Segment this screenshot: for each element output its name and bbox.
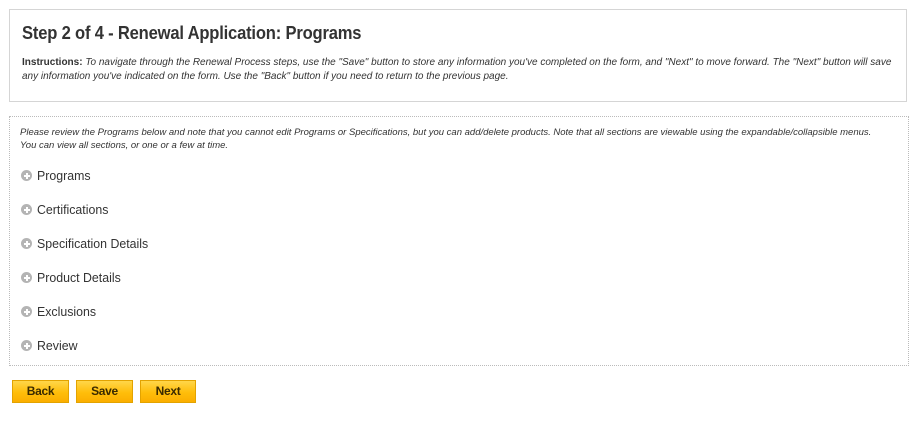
section-toggle-exclusions[interactable]: Exclusions — [21, 305, 154, 339]
section-label-programs[interactable]: Programs — [37, 169, 91, 183]
expand-plus-icon[interactable] — [21, 306, 32, 317]
page-title: Step 2 of 4 - Renewal Application: Progr… — [22, 23, 362, 43]
save-button[interactable]: Save — [76, 380, 133, 403]
navigation-button-row: Back Save Next — [12, 380, 196, 403]
expand-plus-icon[interactable] — [21, 170, 32, 181]
section-toggle-product-details[interactable]: Product Details — [21, 271, 154, 305]
section-toggle-programs[interactable]: Programs — [21, 169, 154, 203]
instructions-label: Instructions: — [22, 57, 83, 68]
section-label-certifications[interactable]: Certifications — [37, 203, 108, 217]
programs-review-panel: Please review the Programs below and not… — [9, 116, 909, 366]
section-toggle-specification-details[interactable]: Specification Details — [21, 237, 154, 271]
section-label-product-details[interactable]: Product Details — [37, 271, 121, 285]
step-header-panel: Step 2 of 4 - Renewal Application: Progr… — [9, 9, 907, 102]
expand-plus-icon[interactable] — [21, 238, 32, 249]
section-label-specification-details[interactable]: Specification Details — [37, 237, 148, 251]
instructions-body: To navigate through the Renewal Process … — [22, 57, 892, 82]
expand-plus-icon[interactable] — [21, 272, 32, 283]
section-label-review[interactable]: Review — [37, 339, 77, 353]
back-button[interactable]: Back — [12, 380, 69, 403]
review-intro-text: Please review the Programs below and not… — [20, 127, 872, 151]
collapsible-section-list: Programs Certifications Specification De… — [21, 169, 154, 373]
instructions-text: Instructions: To navigate through the Re… — [22, 56, 892, 84]
next-button[interactable]: Next — [140, 380, 196, 403]
expand-plus-icon[interactable] — [21, 204, 32, 215]
section-toggle-review[interactable]: Review — [21, 339, 154, 373]
section-toggle-certifications[interactable]: Certifications — [21, 203, 154, 237]
expand-plus-icon[interactable] — [21, 340, 32, 351]
section-label-exclusions[interactable]: Exclusions — [37, 305, 96, 319]
